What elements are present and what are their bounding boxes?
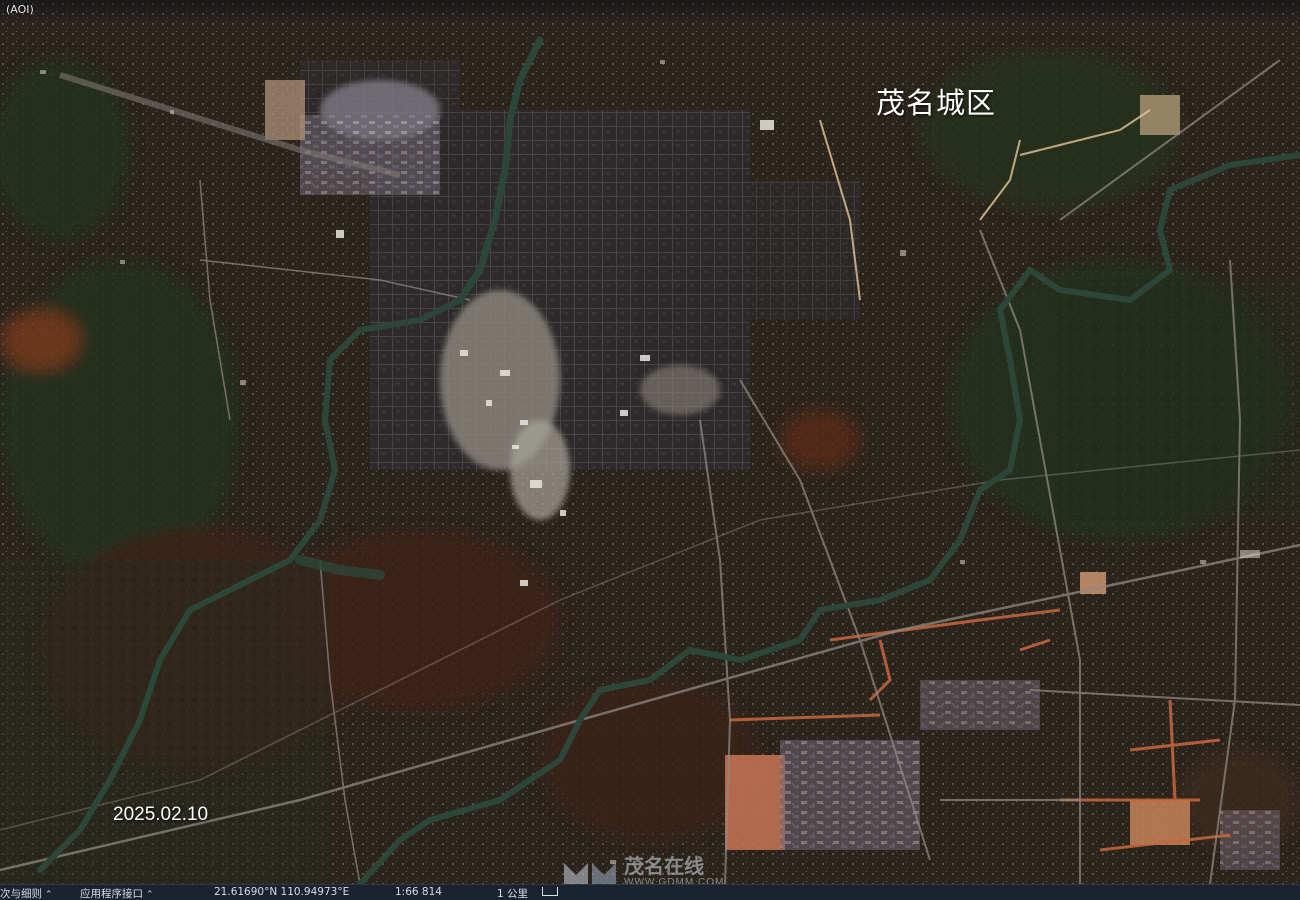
api-link-label: 应用程序接口 xyxy=(80,888,143,900)
satellite-map[interactable] xyxy=(0,0,1300,884)
caret-up-icon: ⌃ xyxy=(146,890,154,900)
aoi-tag: (AOI) xyxy=(6,3,34,16)
top-shade xyxy=(0,0,1300,22)
caret-up-icon: ⌃ xyxy=(45,890,53,900)
scale-bar xyxy=(542,887,558,896)
api-link[interactable]: 应用程序接口 ⌃ xyxy=(80,886,154,900)
scale-bar-label: 1 公里 xyxy=(497,888,529,900)
watermark-logo-icon xyxy=(564,863,616,885)
map-viewer[interactable]: (AOI) 茂名城区 2025.02.10 茂名在线 WWW.GDMM.COM … xyxy=(0,0,1300,900)
status-bar: 次与细则 ⌃ 应用程序接口 ⌃ 21.61690°N 110.94973°E 1:6… xyxy=(0,884,1300,900)
watermark-name: 茂名在线 xyxy=(624,854,704,878)
terms-link-label: 次与细则 xyxy=(0,888,42,900)
scale-ratio: 1:66 814 xyxy=(395,886,442,898)
area-label: 茂名城区 xyxy=(876,86,997,120)
coordinate-readout: 21.61690°N 110.94973°E xyxy=(214,886,350,898)
date-label: 2025.02.10 xyxy=(113,804,209,825)
terms-link[interactable]: 次与细则 ⌃ xyxy=(0,886,53,900)
